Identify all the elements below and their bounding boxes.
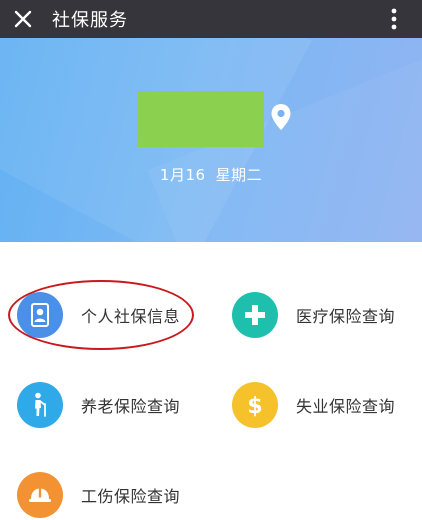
injury-icon-circle — [17, 472, 63, 518]
personal-info-icon-circle — [17, 292, 63, 338]
redacted-name-block — [137, 91, 264, 147]
date-display: 1月16 星期二 — [0, 164, 422, 185]
menu-item-personal-info[interactable]: 个人社保信息 — [17, 292, 180, 338]
pension-icon-circle — [17, 382, 63, 428]
menu-item-pension-insurance[interactable]: 养老保险查询 — [17, 382, 180, 428]
id-card-icon — [31, 303, 49, 327]
dollar-icon: $ — [247, 394, 262, 419]
menu-item-medical-insurance[interactable]: 医疗保险查询 — [232, 292, 395, 338]
more-options-button[interactable] — [384, 0, 404, 38]
menu-label-medical-insurance: 医疗保险查询 — [296, 307, 396, 326]
weekday-text: 星期二 — [215, 166, 263, 184]
elderly-person-icon — [35, 392, 46, 417]
menu-item-unemployment-insurance[interactable]: $ 失业保险查询 — [232, 382, 395, 428]
menu-label-unemployment-insurance: 失业保险查询 — [296, 397, 396, 416]
menu-label-injury-insurance: 工伤保险查询 — [81, 487, 181, 506]
more-vertical-icon — [391, 8, 397, 30]
location-pin-icon[interactable] — [270, 103, 292, 131]
page-title: 社保服务 — [52, 10, 128, 31]
medical-cross-icon — [245, 305, 265, 325]
medical-icon-circle — [232, 292, 278, 338]
hard-hat-icon — [29, 488, 51, 502]
unemployment-icon-circle: $ — [232, 382, 278, 428]
user-banner: 1月16 星期二 — [0, 38, 422, 242]
menu-label-pension-insurance: 养老保险查询 — [81, 397, 181, 416]
menu-item-injury-insurance[interactable]: 工伤保险查询 — [17, 472, 180, 518]
close-icon — [14, 10, 32, 28]
close-button[interactable] — [0, 0, 46, 38]
top-bar: 社保服务 — [0, 0, 422, 38]
menu-label-personal-info: 个人社保信息 — [81, 307, 181, 326]
date-text: 1月16 — [159, 166, 206, 184]
svg-text:$: $ — [247, 394, 262, 419]
